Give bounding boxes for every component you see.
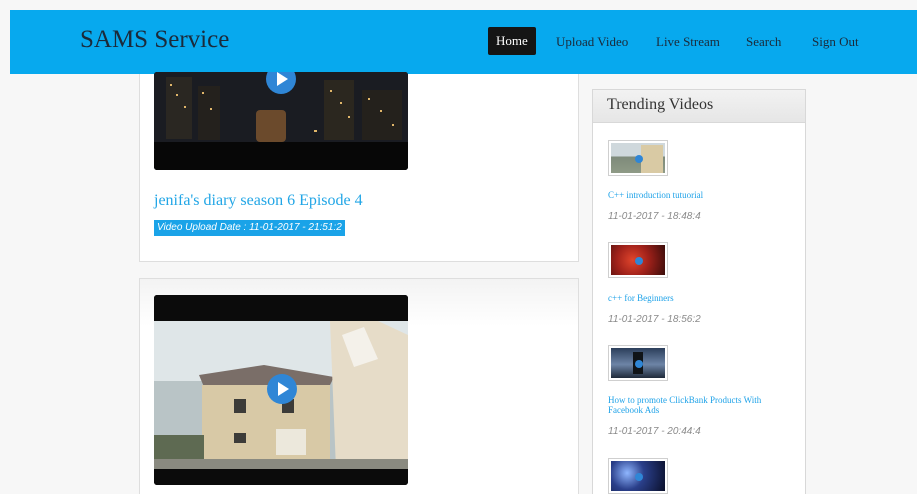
trending-sidebar: Trending Videos C++ introduction tutuori… xyxy=(592,89,806,494)
sidebar-heading: Trending Videos xyxy=(593,90,805,123)
nav-search[interactable]: Search xyxy=(746,34,781,50)
trending-video-date: 11-01-2017 - 20:44:4 xyxy=(608,426,701,437)
trending-video-link[interactable]: C++ introduction tutuorial xyxy=(608,190,793,200)
play-icon xyxy=(635,257,643,265)
play-icon[interactable] xyxy=(267,374,297,404)
play-icon xyxy=(635,473,643,481)
trending-thumbnail[interactable] xyxy=(608,140,668,176)
top-navbar: SAMS Service Home Upload Video Live Stre… xyxy=(10,10,917,74)
nav-upload-video[interactable]: Upload Video xyxy=(556,34,628,50)
video-player[interactable] xyxy=(154,72,408,170)
trending-video-link[interactable]: How to promote ClickBank Products With F… xyxy=(608,395,793,415)
video-card xyxy=(139,278,579,494)
brand-logo[interactable]: SAMS Service xyxy=(80,26,229,54)
trending-thumbnail[interactable] xyxy=(608,242,668,278)
trending-video-link[interactable]: c++ for Beginners xyxy=(608,293,793,303)
upload-date-badge: Video Upload Date : 11-01-2017 - 21:51:2 xyxy=(154,220,345,236)
nav-live-stream[interactable]: Live Stream xyxy=(656,34,720,50)
trending-thumbnail[interactable] xyxy=(608,345,668,381)
play-icon xyxy=(635,155,643,163)
video-card: jenifa's diary season 6 Episode 4 Video … xyxy=(139,72,579,262)
nav-home[interactable]: Home xyxy=(488,27,536,55)
play-icon xyxy=(635,360,643,368)
trending-video-date: 11-01-2017 - 18:48:4 xyxy=(608,211,701,222)
video-title-link[interactable]: jenifa's diary season 6 Episode 4 xyxy=(154,192,363,210)
trending-video-date: 11-01-2017 - 18:56:2 xyxy=(608,314,701,325)
video-player[interactable] xyxy=(154,295,408,485)
trending-thumbnail[interactable] xyxy=(608,458,668,494)
nav-sign-out[interactable]: Sign Out xyxy=(812,34,859,50)
